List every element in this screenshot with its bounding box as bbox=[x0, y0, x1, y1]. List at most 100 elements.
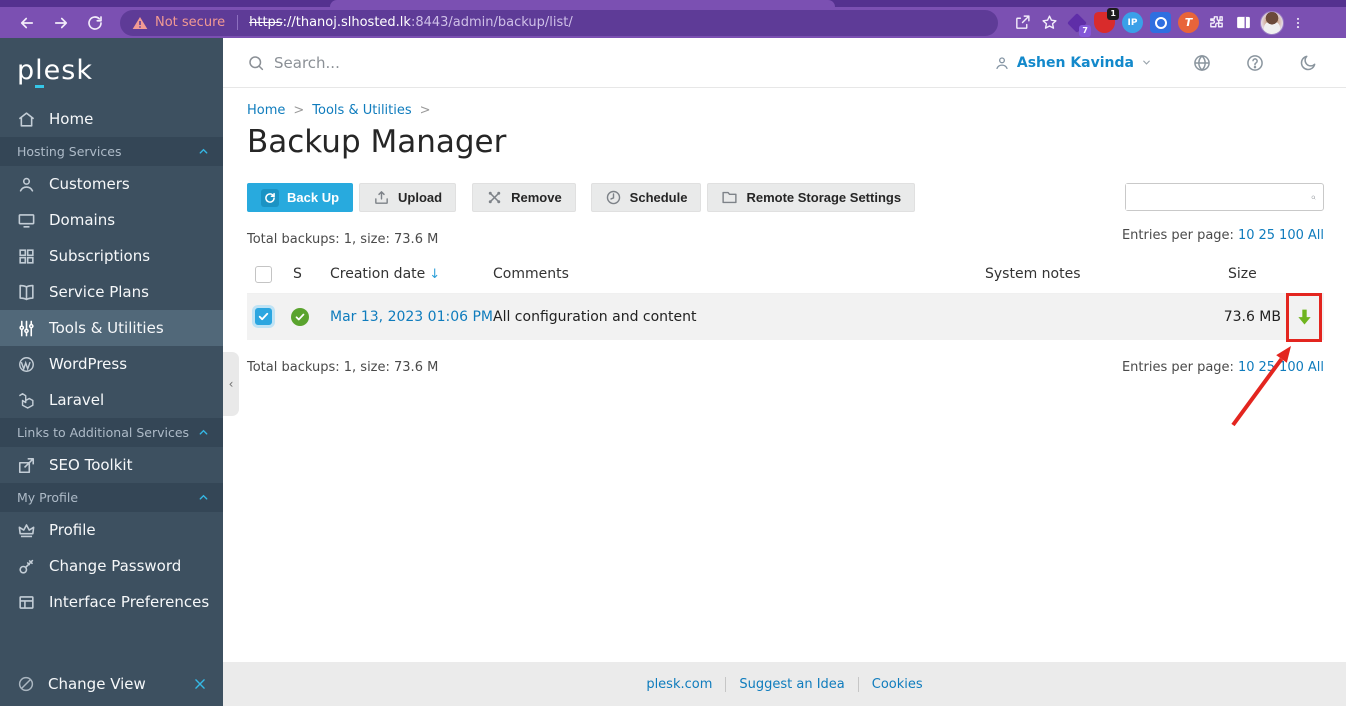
folder-icon bbox=[721, 189, 738, 206]
browser-reload-icon[interactable] bbox=[82, 10, 108, 36]
address-divider bbox=[237, 15, 239, 30]
footer-separator bbox=[857, 676, 859, 692]
help-icon[interactable] bbox=[1245, 53, 1265, 73]
search-icon[interactable] bbox=[1311, 189, 1316, 206]
column-system-notes: System notes bbox=[985, 266, 1081, 282]
globe-icon[interactable] bbox=[1192, 53, 1212, 73]
sidebar-collapse-handle[interactable]: ‹ bbox=[223, 352, 239, 416]
browser-address-bar[interactable]: Not secure https://thanoj.slhosted.lk:84… bbox=[120, 9, 998, 36]
browser-tab-strip bbox=[0, 0, 1346, 7]
sidebar-item-service-plans[interactable]: Service Plans bbox=[0, 274, 223, 310]
extension-o-icon[interactable] bbox=[1150, 12, 1171, 33]
side-panel-icon[interactable] bbox=[1233, 13, 1253, 33]
back-up-button[interactable]: Back Up bbox=[247, 183, 354, 212]
backup-date-link[interactable]: Mar 13, 2023 01:06 PM bbox=[330, 309, 493, 325]
chevron-down-icon bbox=[1141, 57, 1152, 68]
select-all-checkbox[interactable] bbox=[255, 266, 272, 283]
browser-back-icon[interactable] bbox=[14, 10, 40, 36]
extension-red-icon[interactable]: 1 bbox=[1094, 8, 1119, 33]
sidebar-item-wordpress[interactable]: WordPress bbox=[0, 346, 223, 382]
column-size: Size bbox=[1228, 266, 1257, 282]
footer-suggest-idea-link[interactable]: Suggest an Idea bbox=[739, 677, 844, 692]
row-checkbox-checked[interactable] bbox=[255, 308, 272, 325]
sidebar-section-my-profile[interactable]: My Profile bbox=[0, 483, 223, 513]
download-backup-icon[interactable] bbox=[1294, 307, 1315, 328]
plesk-logo[interactable]: plesk bbox=[0, 38, 223, 101]
backup-list-search bbox=[1125, 183, 1324, 211]
customers-icon bbox=[17, 175, 36, 194]
sidebar: plesk Home Hosting Services Customers Do… bbox=[0, 38, 223, 706]
entries-10-link[interactable]: 10 bbox=[1238, 228, 1255, 243]
extensions-puzzle-icon[interactable] bbox=[1206, 13, 1226, 33]
footer-separator bbox=[725, 676, 727, 692]
sidebar-item-seo-toolkit[interactable]: SEO Toolkit bbox=[0, 447, 223, 483]
browser-active-tab[interactable] bbox=[330, 0, 835, 7]
sidebar-section-hosting-services[interactable]: Hosting Services bbox=[0, 137, 223, 167]
domains-icon bbox=[17, 211, 36, 230]
entries-25-link[interactable]: 25 bbox=[1259, 228, 1276, 243]
extension-badge: 7 bbox=[1079, 25, 1091, 37]
entries-10-link[interactable]: 10 bbox=[1238, 360, 1255, 375]
browser-forward-icon[interactable] bbox=[48, 10, 74, 36]
sidebar-item-domains[interactable]: Domains bbox=[0, 202, 223, 238]
browser-menu-icon[interactable] bbox=[1291, 13, 1305, 33]
global-search-input[interactable] bbox=[274, 53, 674, 72]
sidebar-item-customers[interactable]: Customers bbox=[0, 166, 223, 202]
remove-x-icon bbox=[486, 189, 503, 206]
backup-list-search-input[interactable] bbox=[1126, 184, 1311, 210]
share-icon[interactable] bbox=[1012, 13, 1032, 33]
seo-toolkit-icon bbox=[17, 456, 36, 475]
change-view-icon bbox=[17, 675, 35, 693]
back-up-icon bbox=[261, 188, 279, 207]
extension-purple-diamond-icon[interactable]: 7 bbox=[1066, 12, 1091, 37]
upload-button[interactable]: Upload bbox=[359, 183, 457, 212]
page-url[interactable]: https://thanoj.slhosted.lk:8443/admin/ba… bbox=[249, 15, 573, 30]
breadcrumb-home-link[interactable]: Home bbox=[247, 103, 285, 118]
chevron-up-icon bbox=[198, 492, 209, 503]
sidebar-section-links-additional[interactable]: Links to Additional Services bbox=[0, 418, 223, 448]
entries-100-link[interactable]: 100 bbox=[1279, 228, 1304, 243]
entries-25-link[interactable]: 25 bbox=[1259, 360, 1276, 375]
entries-all-link[interactable]: All bbox=[1308, 360, 1324, 375]
breadcrumb-separator: > bbox=[293, 103, 305, 118]
backup-table-row[interactable]: Mar 13, 2023 01:06 PM All configuration … bbox=[247, 294, 1324, 340]
breadcrumb-separator: > bbox=[419, 103, 431, 118]
not-secure-label[interactable]: Not secure bbox=[155, 15, 225, 30]
sidebar-item-interface-preferences[interactable]: Interface Preferences bbox=[0, 584, 223, 620]
subscriptions-icon bbox=[17, 247, 36, 266]
extension-ip-icon[interactable]: IP bbox=[1122, 12, 1143, 33]
annotation-arrow bbox=[1231, 346, 1291, 427]
close-icon[interactable] bbox=[193, 677, 207, 691]
browser-profile-avatar[interactable] bbox=[1260, 10, 1284, 35]
sort-descending-icon[interactable]: ↓ bbox=[429, 267, 440, 282]
sidebar-item-home[interactable]: Home bbox=[0, 101, 223, 137]
topbar: Ashen Kavinda bbox=[223, 38, 1346, 88]
bookmark-star-icon[interactable] bbox=[1039, 13, 1059, 33]
remove-button[interactable]: Remove bbox=[472, 183, 576, 212]
extension-t-icon[interactable]: T bbox=[1178, 12, 1199, 33]
table-header-row: S Creation date ↓ Comments System notes S… bbox=[247, 256, 1324, 294]
entries-all-link[interactable]: All bbox=[1308, 228, 1324, 243]
user-menu[interactable]: Ashen Kavinda bbox=[994, 55, 1152, 71]
screen: Not secure https://thanoj.slhosted.lk:84… bbox=[0, 0, 1346, 706]
footer-plesk-link[interactable]: plesk.com bbox=[646, 677, 712, 692]
browser-chrome: Not secure https://thanoj.slhosted.lk:84… bbox=[0, 0, 1346, 38]
o-ring bbox=[1154, 16, 1167, 29]
schedule-button[interactable]: Schedule bbox=[590, 183, 702, 212]
sidebar-item-subscriptions[interactable]: Subscriptions bbox=[0, 238, 223, 274]
remote-storage-settings-button[interactable]: Remote Storage Settings bbox=[707, 183, 916, 212]
chevron-up-icon bbox=[198, 427, 209, 438]
sidebar-item-change-password[interactable]: Change Password bbox=[0, 548, 223, 584]
laravel-icon bbox=[17, 391, 36, 410]
breadcrumb-tools-link[interactable]: Tools & Utilities bbox=[312, 103, 411, 118]
dark-mode-moon-icon[interactable] bbox=[1298, 53, 1318, 73]
sidebar-item-profile[interactable]: Profile bbox=[0, 512, 223, 548]
interface-preferences-icon bbox=[17, 593, 36, 612]
user-name: Ashen Kavinda bbox=[1016, 54, 1134, 71]
sidebar-change-view[interactable]: Change View bbox=[0, 662, 223, 706]
wordpress-icon bbox=[17, 355, 36, 374]
entries-100-link[interactable]: 100 bbox=[1279, 360, 1304, 375]
sidebar-item-tools-utilities[interactable]: Tools & Utilities bbox=[0, 310, 223, 347]
footer-cookies-link[interactable]: Cookies bbox=[872, 677, 923, 692]
sidebar-item-laravel[interactable]: Laravel bbox=[0, 382, 223, 418]
